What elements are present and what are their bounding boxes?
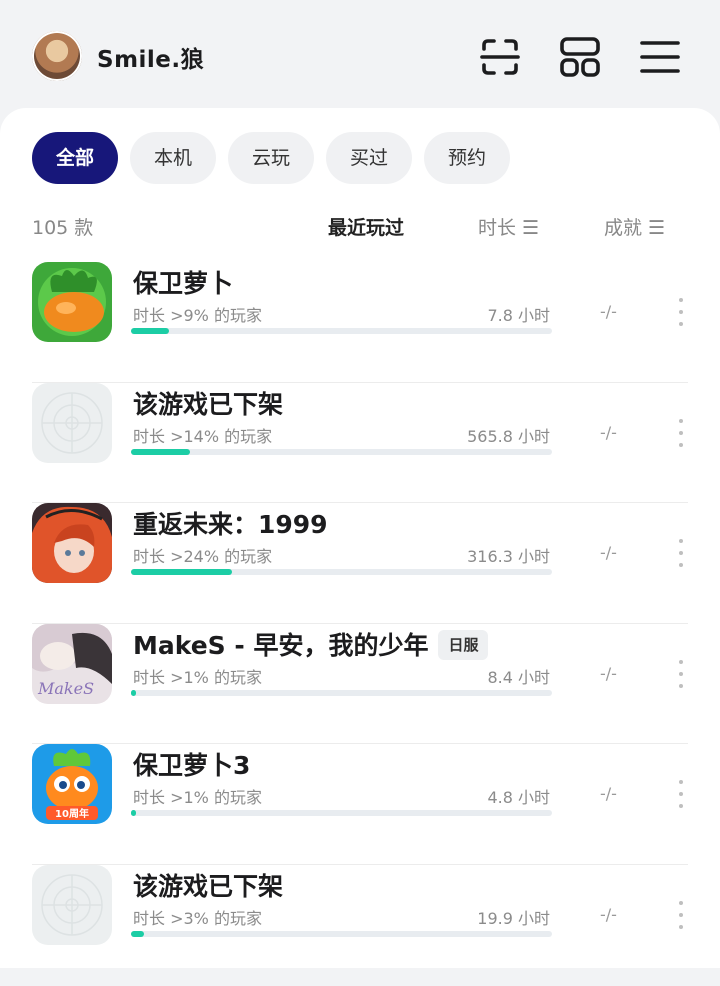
progress-fill: [131, 930, 144, 937]
tab-local[interactable]: 本机: [130, 132, 216, 184]
game-title: MakeS - 早安，我的少年 日服: [133, 626, 489, 662]
progress-bar: [131, 810, 552, 817]
progress-bar: [131, 448, 552, 455]
playtime-rank: 时长 >1% 的玩家: [133, 788, 262, 808]
svg-text:10周年: 10周年: [55, 807, 89, 820]
more-icon[interactable]: [676, 298, 686, 326]
tab-cloud[interactable]: 云玩: [228, 132, 314, 184]
filter-tabs: 全部 本机 云玩 买过 预约: [32, 132, 510, 184]
playtime-rank: 时长 >9% 的玩家: [133, 306, 262, 325]
playtime-rank: 时长 >1% 的玩家: [133, 667, 262, 687]
game-title: 该游戏已下架: [133, 389, 284, 419]
carrot-icon[interactable]: [32, 262, 112, 342]
tab-all[interactable]: 全部: [32, 132, 118, 184]
playtime-hours: 4.8 小时: [487, 788, 550, 808]
achievement-count: -/-: [600, 302, 617, 321]
list-item[interactable]: MakeS MakeS - 早安，我的少年 日服 时长 >1% 的玩家 8.4 小…: [0, 623, 720, 745]
sort-duration-button[interactable]: 时长 ☰: [478, 213, 539, 240]
more-icon[interactable]: [676, 418, 686, 447]
progress-bar: [131, 930, 552, 937]
progress-fill: [131, 328, 169, 334]
playtime-hours: 316.3 小时: [467, 547, 550, 567]
tab-reserved[interactable]: 预约: [424, 132, 510, 184]
playtime-rank: 时长 >24% 的玩家: [133, 547, 273, 567]
list-item[interactable]: 10周年 保卫萝卜3 时长 >1% 的玩家 4.8 小时 -/-: [0, 744, 720, 865]
avatar[interactable]: [32, 31, 82, 81]
playtime-hours: 19.9 小时: [477, 908, 550, 928]
progress-fill: [131, 448, 190, 455]
game-count: 105 款: [32, 217, 94, 239]
more-icon[interactable]: [676, 900, 686, 929]
achievement-count: -/-: [600, 543, 617, 563]
progress-fill: [131, 689, 137, 696]
progress-bar: [131, 569, 552, 576]
svg-text:MakeS: MakeS: [37, 679, 94, 698]
playtime-rank: 时长 >3% 的玩家: [133, 908, 262, 928]
more-icon[interactable]: [676, 539, 686, 568]
tab-purchased[interactable]: 买过: [326, 132, 412, 184]
region-badge: 日服: [438, 629, 489, 660]
anime-girl-icon[interactable]: [32, 503, 112, 584]
list-item[interactable]: 该游戏已下架 时长 >14% 的玩家 565.8 小时 -/-: [0, 382, 720, 504]
menu-icon[interactable]: [638, 35, 682, 79]
game-list: 保卫萝卜 时长 >9% 的玩家 7.8 小时 -/- 该游戏已下架 时长 >14…: [0, 262, 720, 986]
placeholder-icon[interactable]: [32, 864, 112, 945]
username[interactable]: Smile.狼: [97, 40, 204, 74]
playtime-hours: 565.8 小时: [467, 426, 550, 446]
playtime-rank: 时长 >14% 的玩家: [133, 426, 273, 446]
more-icon[interactable]: [676, 659, 686, 688]
sort-recent-button[interactable]: 最近玩过: [328, 213, 404, 240]
list-item[interactable]: 重返未来：1999 时长 >24% 的玩家 316.3 小时 -/-: [0, 503, 720, 624]
list-item[interactable]: 该游戏已下架 时长 >3% 的玩家 19.9 小时 -/-: [0, 864, 720, 986]
carrot3-icon[interactable]: 10周年: [32, 744, 112, 825]
sort-achievement-button[interactable]: 成就 ☰: [604, 213, 665, 240]
grid-icon[interactable]: [558, 35, 602, 79]
game-title: 保卫萝卜: [133, 269, 234, 298]
placeholder-icon[interactable]: [32, 382, 112, 463]
playtime-hours: 7.8 小时: [487, 306, 550, 325]
achievement-count: -/-: [600, 904, 617, 924]
playtime-hours: 8.4 小时: [487, 667, 550, 687]
achievement-count: -/-: [600, 663, 617, 683]
achievement-count: -/-: [600, 784, 617, 804]
progress-bar: [131, 689, 552, 696]
list-item[interactable]: 保卫萝卜 时长 >9% 的玩家 7.8 小时 -/-: [0, 262, 720, 383]
game-title: 重返未来：1999: [133, 510, 328, 540]
top-bar: Smile.狼: [0, 0, 720, 110]
progress-fill: [131, 569, 233, 576]
progress-fill: [131, 810, 137, 817]
game-title: 保卫萝卜3: [133, 751, 251, 781]
more-icon[interactable]: [676, 780, 686, 809]
game-title: 该游戏已下架: [133, 871, 284, 901]
achievement-count: -/-: [600, 422, 617, 442]
makes-icon[interactable]: MakeS: [32, 623, 112, 704]
progress-bar: [131, 328, 552, 334]
scan-icon[interactable]: [478, 35, 522, 79]
